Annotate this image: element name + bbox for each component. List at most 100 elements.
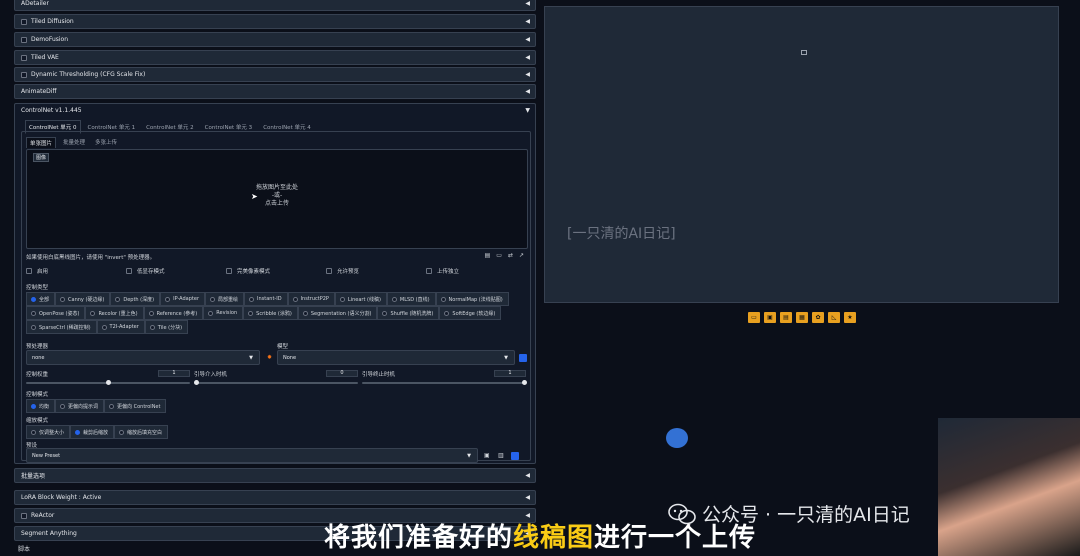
control-mode-option[interactable]: 更偏向提示词	[55, 399, 105, 413]
checkbox[interactable]	[226, 268, 232, 274]
radio[interactable]	[440, 296, 446, 302]
accordion-lora-block-weight[interactable]: LoRA Block Weight : Active ◀	[14, 490, 536, 505]
slider-thumb[interactable]	[522, 380, 527, 385]
checkbox[interactable]	[426, 268, 432, 274]
allow-preview-check[interactable]: 允许预览	[326, 267, 426, 275]
weight-input[interactable]: 1	[158, 370, 190, 377]
refresh-icon[interactable]	[511, 452, 519, 460]
control-type-option[interactable]: Revision	[203, 306, 244, 320]
control-type-option[interactable]: Tile (分块)	[144, 320, 189, 334]
ruler-icon[interactable]: ◺	[828, 312, 840, 323]
control-type-option[interactable]: T2I-Adapter	[96, 320, 145, 334]
accordion-dynamic-thresholding[interactable]: Dynamic Thresholding (CFG Scale Fix) ◀	[14, 67, 536, 82]
document-icon[interactable]: ▤	[485, 252, 491, 259]
weight-slider[interactable]	[26, 380, 190, 385]
control-mode-option[interactable]: 均衡	[26, 399, 56, 413]
accordion-tiled-vae[interactable]: Tiled VAE ◀	[14, 50, 536, 65]
swap-icon[interactable]: ⇄	[508, 252, 513, 259]
accordion-animatediff[interactable]: AnimateDiff ◀	[14, 84, 536, 99]
radio[interactable]	[249, 296, 255, 302]
resize-mode-option[interactable]: 裁剪后缩放	[70, 425, 115, 439]
control-type-option[interactable]: MLSD (直线)	[386, 292, 436, 306]
radio[interactable]	[248, 310, 254, 316]
radio[interactable]	[382, 310, 388, 316]
control-type-option[interactable]: 全部	[26, 292, 56, 306]
accordion-adetailer[interactable]: ADetailer ◀	[14, 0, 536, 11]
radio[interactable]	[444, 310, 450, 316]
control-type-option[interactable]: SparseCtrl (稀疏控制)	[26, 320, 97, 334]
control-type-option[interactable]: Reference (参考)	[143, 306, 204, 320]
end-input[interactable]: 1	[494, 370, 526, 377]
start-input[interactable]: 0	[326, 370, 358, 377]
send-icon[interactable]: ↗	[519, 252, 524, 259]
radio[interactable]	[90, 310, 96, 316]
control-type-option[interactable]: Depth (深度)	[110, 292, 161, 306]
resize-mode-option[interactable]: 仅调整大小	[26, 425, 71, 439]
accordion-tiled-diffusion[interactable]: Tiled Diffusion ◀	[14, 14, 536, 29]
enable-checkbox[interactable]	[21, 36, 27, 43]
radio[interactable]	[31, 324, 36, 330]
folder-icon[interactable]: ▭	[748, 312, 760, 323]
radio[interactable]	[339, 296, 345, 302]
accordion-demofusion[interactable]: DemoFusion ◀	[14, 32, 536, 47]
control-type-option[interactable]: InstructP2P	[287, 292, 335, 306]
explosion-icon[interactable]: ✸	[267, 354, 272, 361]
palette-icon[interactable]: ✿	[812, 312, 824, 323]
control-type-option[interactable]: Canny (硬边缘)	[55, 292, 111, 306]
expand-triangle-icon[interactable]: ▼	[525, 107, 530, 114]
control-type-option[interactable]: Segmentation (语义分割)	[297, 306, 378, 320]
control-type-option[interactable]: 局部重绘	[205, 292, 245, 306]
radio[interactable]	[31, 310, 36, 316]
radio[interactable]	[210, 296, 216, 302]
radio[interactable]	[119, 429, 125, 435]
radio[interactable]	[31, 403, 36, 409]
preprocessor-select[interactable]: none ▼	[26, 350, 260, 365]
resize-mode-option[interactable]: 缩放后填充空白	[114, 425, 169, 439]
accordion-batch-options[interactable]: 批量选项 ◀	[14, 468, 536, 483]
radio[interactable]	[391, 296, 397, 302]
star-icon[interactable]: ★	[844, 312, 856, 323]
radio[interactable]	[292, 296, 298, 302]
radio[interactable]	[60, 403, 66, 409]
control-type-option[interactable]: Shuffle (随机洗牌)	[377, 306, 440, 320]
tab-multi-upload[interactable]: 多张上传	[92, 137, 120, 148]
enable-check[interactable]: 启用	[26, 267, 126, 275]
camera-icon[interactable]: ▭	[496, 252, 502, 259]
end-slider[interactable]	[362, 380, 527, 385]
radio[interactable]	[165, 296, 171, 302]
trash-icon[interactable]: ▥	[498, 452, 504, 459]
low-vram-check[interactable]: 低显存模式	[126, 267, 226, 275]
slider-thumb[interactable]	[194, 380, 199, 385]
refresh-icon[interactable]	[519, 354, 527, 362]
radio[interactable]	[31, 296, 36, 302]
control-mode-option[interactable]: 更偏向 ControlNet	[104, 399, 167, 413]
radio[interactable]	[149, 324, 155, 330]
radio[interactable]	[101, 324, 107, 330]
zip-icon[interactable]: ▤	[780, 312, 792, 323]
start-slider[interactable]	[194, 380, 358, 385]
preset-select[interactable]: New Preset ▼	[26, 448, 478, 463]
image-icon[interactable]: ▦	[796, 312, 808, 323]
image-dropzone[interactable]: 图像 拖放图片至此处 -或- 点击上传 ➤	[26, 149, 528, 249]
control-type-option[interactable]: Recolor (重上色)	[85, 306, 144, 320]
enable-checkbox[interactable]	[21, 71, 27, 78]
enable-checkbox[interactable]	[21, 54, 27, 61]
control-type-option[interactable]: NormalMap (法线贴图)	[435, 292, 509, 306]
radio[interactable]	[31, 429, 36, 435]
control-type-option[interactable]: OpenPose (姿态)	[26, 306, 86, 320]
checkbox[interactable]	[326, 268, 332, 274]
radio[interactable]	[148, 310, 154, 316]
tab-batch[interactable]: 批量处理	[60, 137, 88, 148]
save-icon[interactable]: ▣	[764, 312, 776, 323]
radio[interactable]	[302, 310, 308, 316]
pixel-perfect-check[interactable]: 完美像素模式	[226, 267, 326, 275]
slider-thumb[interactable]	[106, 380, 111, 385]
control-type-option[interactable]: Lineart (线稿)	[334, 292, 387, 306]
tab-single-image[interactable]: 单张图片	[26, 137, 57, 148]
checkbox[interactable]	[26, 268, 32, 274]
save-icon[interactable]: ▣	[484, 452, 490, 459]
control-type-option[interactable]: Scribble (涂鸦)	[243, 306, 298, 320]
control-type-option[interactable]: IP-Adapter	[160, 292, 206, 306]
radio[interactable]	[75, 429, 81, 435]
radio[interactable]	[115, 296, 121, 302]
